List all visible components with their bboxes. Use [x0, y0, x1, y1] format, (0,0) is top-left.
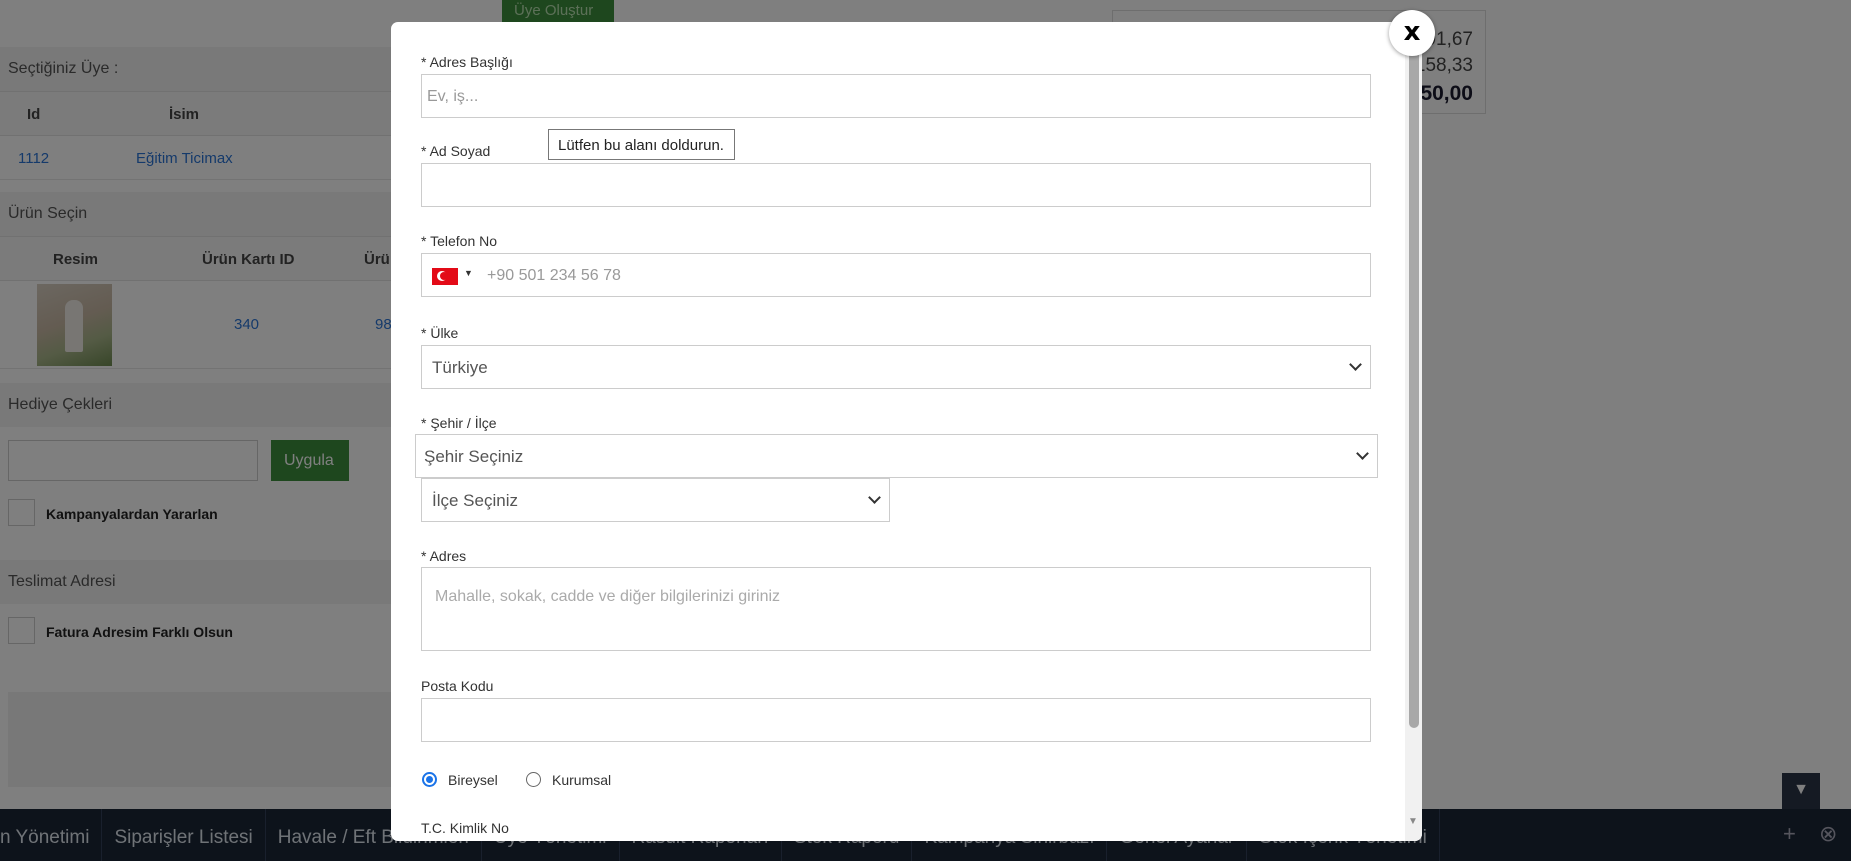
chevron-down-icon[interactable]: ▼ — [464, 268, 473, 278]
chevron-down-icon — [1356, 447, 1369, 460]
city-select-value: Şehir Seçiniz — [424, 447, 524, 466]
phone-placeholder: +90 501 234 56 78 — [487, 267, 621, 284]
city-district-label: * Şehir / İlçe — [421, 415, 497, 431]
city-select[interactable]: Şehir Seçiniz — [415, 434, 1378, 478]
address-title-input[interactable]: Ev, iş... — [421, 74, 1371, 118]
close-modal-button[interactable]: x — [1389, 10, 1435, 56]
postal-code-label: Posta Kodu — [421, 678, 494, 694]
postal-code-input[interactable] — [421, 698, 1371, 742]
district-select[interactable]: İlçe Seçiniz — [421, 478, 890, 522]
radio-individual-label[interactable]: Bireysel — [448, 772, 498, 788]
full-name-label: * Ad Soyad — [421, 143, 491, 159]
address-title-label: * Adres Başlığı — [421, 54, 513, 70]
modal-scrollbar[interactable]: ▲ ▼ — [1405, 22, 1422, 841]
phone-input[interactable]: ▼ +90 501 234 56 78 — [421, 253, 1371, 297]
country-select-value: Türkiye — [432, 358, 488, 377]
address-label: * Adres — [421, 548, 467, 564]
country-select[interactable]: Türkiye — [421, 345, 1371, 389]
district-select-value: İlçe Seçiniz — [432, 491, 518, 510]
validation-tooltip: Lütfen bu alanı doldurun. — [548, 129, 735, 160]
country-label: * Ülke — [421, 325, 459, 341]
full-name-input[interactable] — [421, 163, 1371, 207]
address-modal: * Adres Başlığı Ev, iş... * Ad Soyad Lüt… — [391, 22, 1422, 841]
address-textarea[interactable]: Mahalle, sokak, cadde ve diğer bilgileri… — [421, 567, 1371, 651]
scroll-down-arrow-icon[interactable]: ▼ — [1408, 816, 1418, 827]
chevron-down-icon — [1349, 358, 1362, 371]
radio-corporate[interactable] — [526, 772, 541, 787]
radio-corporate-label[interactable]: Kurumsal — [552, 772, 611, 788]
tc-id-label: T.C. Kimlik No — [421, 820, 509, 836]
chevron-down-icon — [868, 491, 881, 504]
turkey-flag-icon[interactable] — [432, 268, 458, 285]
scrollbar-thumb[interactable] — [1409, 48, 1419, 728]
radio-individual[interactable] — [422, 772, 437, 787]
phone-label: * Telefon No — [421, 233, 498, 249]
